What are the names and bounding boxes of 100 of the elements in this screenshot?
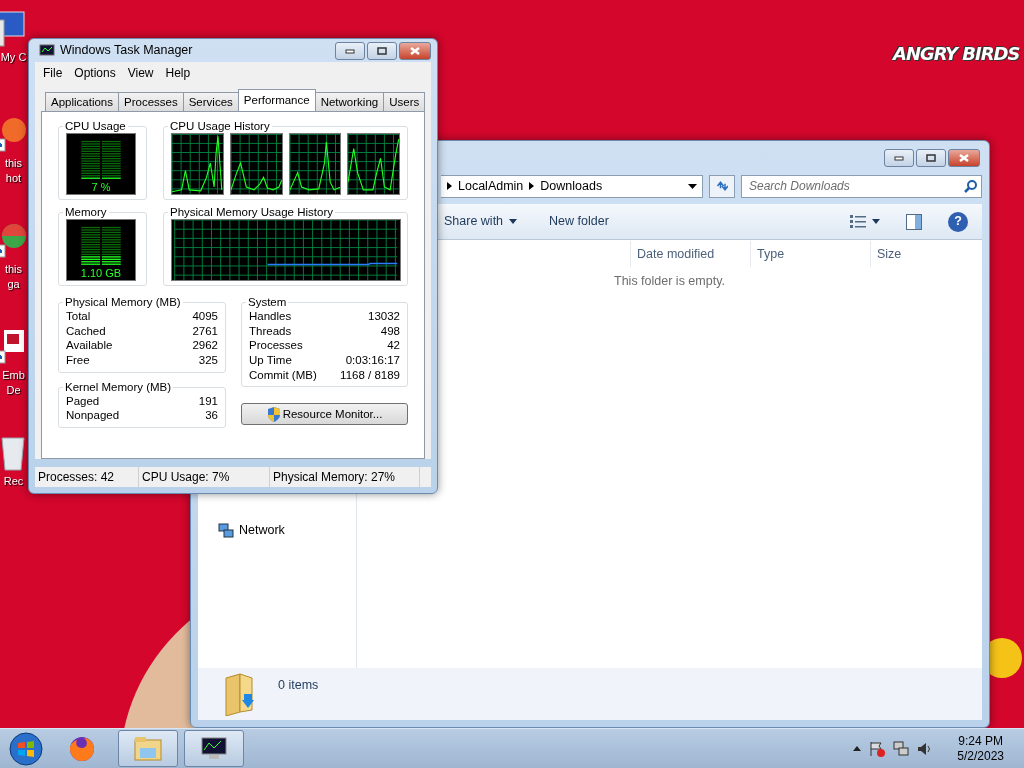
list-view-icon	[850, 215, 866, 228]
chevron-up-icon[interactable]	[853, 746, 862, 751]
icon-label[interactable]: this	[4, 262, 23, 277]
meter-reading: 7 %	[91, 180, 111, 195]
maximize-button[interactable]	[916, 148, 946, 167]
stat-label: Paged	[66, 393, 100, 409]
dropdown-caret-icon[interactable]	[688, 183, 697, 189]
stat-label: Cached	[66, 323, 106, 339]
start-button[interactable]	[6, 729, 46, 768]
maximize-icon	[926, 153, 936, 162]
column-header[interactable]: Type	[750, 241, 870, 267]
stat-value: 191	[198, 393, 218, 409]
preview-pane-icon	[906, 213, 922, 230]
menu-item[interactable]: View	[121, 64, 160, 83]
network-icon	[218, 522, 234, 539]
icon-label[interactable]: Rec	[3, 474, 24, 489]
status-text: CPU Usage: 7%	[139, 467, 270, 487]
refresh-icon	[716, 179, 728, 193]
stat-value: 13032	[368, 309, 400, 324]
stat-label: Free	[66, 352, 90, 368]
search-field[interactable]: Search Downloads	[741, 174, 982, 198]
tab[interactable]: Networking	[314, 92, 385, 112]
minimize-button[interactable]	[884, 148, 914, 167]
resource-monitor-button[interactable]: Resource Monitor...	[241, 403, 408, 426]
minimize-icon	[345, 47, 355, 54]
close-button[interactable]	[948, 148, 980, 167]
computer-icon[interactable]	[0, 8, 27, 50]
stat-label: Handles	[249, 309, 292, 324]
close-icon	[959, 153, 969, 162]
empty-folder-message: This folder is empty.	[613, 273, 726, 290]
stat-value: 2761	[192, 323, 218, 339]
icon-label[interactable]: De	[6, 383, 21, 398]
cpu-history-graph	[171, 133, 224, 196]
column-header[interactable]: Date modified	[630, 241, 750, 267]
icon-label[interactable]: My C	[0, 50, 27, 65]
maximize-icon	[377, 46, 387, 55]
refresh-button[interactable]	[709, 174, 735, 198]
cpu-history-graph	[229, 133, 283, 196]
shield-icon	[266, 406, 281, 422]
stat-value: 0:03:16:17	[345, 352, 400, 368]
stat-label: Total	[66, 309, 91, 324]
search-icon[interactable]	[964, 179, 977, 193]
minimize-icon	[894, 154, 904, 161]
group-title: Memory	[64, 206, 108, 220]
stat-value: 498	[380, 323, 400, 339]
minimize-button[interactable]	[335, 41, 365, 60]
icon-label[interactable]: this	[4, 156, 23, 171]
status-text: Physical Memory: 27%	[270, 467, 420, 487]
meter-reading: 1.10 GB	[80, 266, 122, 281]
menu-item[interactable]: Options	[68, 64, 122, 83]
icon-label[interactable]: hot	[5, 171, 22, 186]
stat-value: 2962	[192, 338, 218, 353]
status-text: Processes: 42	[35, 467, 139, 487]
stat-value: 325	[198, 352, 218, 368]
clock[interactable]: 9:24 PM 5/2/2023	[957, 733, 1004, 764]
breadcrumb-item[interactable]: LocalAdmin	[458, 176, 524, 196]
icon-label[interactable]: Emb	[2, 368, 25, 383]
group-title: CPU Usage History	[169, 120, 271, 134]
window-title: Windows Task Manager	[60, 42, 194, 60]
dropdown-caret-icon	[509, 219, 518, 224]
chevron-icon[interactable]	[529, 182, 535, 190]
stat-label: Processes	[249, 338, 303, 353]
cpu-history-graph	[288, 133, 342, 196]
stat-value: 4095	[192, 309, 218, 324]
taskbar-app[interactable]	[184, 730, 244, 767]
group-title: System	[247, 296, 288, 310]
breadcrumb-item[interactable]: Downloads	[540, 176, 603, 196]
icon-label[interactable]: ga	[7, 277, 20, 292]
network-icon[interactable]	[893, 740, 910, 757]
tab[interactable]: Processes	[118, 92, 184, 112]
item-count: 0 items	[278, 677, 319, 694]
tab[interactable]: Performance	[237, 89, 316, 112]
toolbar-button[interactable]: New folder	[543, 210, 615, 233]
tab[interactable]: Applications	[45, 92, 119, 112]
tab[interactable]: Services	[182, 92, 239, 112]
stat-value: 1168 / 8189	[340, 367, 400, 383]
tab[interactable]: Users	[383, 92, 426, 112]
stat-value: 36	[205, 408, 218, 423]
column-header[interactable]: Size	[870, 241, 970, 267]
nav-item[interactable]: Network	[218, 521, 356, 540]
address-bar[interactable]: LocalAdmin Downloads	[441, 174, 703, 198]
menu-item[interactable]: File	[37, 64, 69, 83]
stat-label: Available	[66, 338, 113, 353]
stat-value: 42	[387, 338, 400, 353]
toolbar-button[interactable]: Share with	[438, 210, 524, 233]
dropdown-caret-icon	[872, 219, 880, 224]
stat-label: Commit (MB)	[249, 367, 317, 383]
maximize-button[interactable]	[367, 41, 397, 60]
stat-label: Threads	[249, 323, 292, 339]
wallpaper-logo: ANGRY BIRDS	[893, 42, 1020, 66]
menu-item[interactable]: Help	[159, 64, 197, 83]
close-button[interactable]	[399, 41, 431, 60]
chevron-icon[interactable]	[447, 182, 452, 190]
group-title: Physical Memory Usage History	[169, 206, 334, 220]
group-title: Kernel Memory (MB)	[64, 380, 173, 394]
monitor-icon	[39, 43, 55, 58]
close-icon	[410, 46, 420, 55]
group-title: Physical Memory (MB)	[64, 296, 182, 310]
flag-icon[interactable]	[869, 740, 886, 757]
help-button[interactable]: ?	[948, 211, 968, 232]
